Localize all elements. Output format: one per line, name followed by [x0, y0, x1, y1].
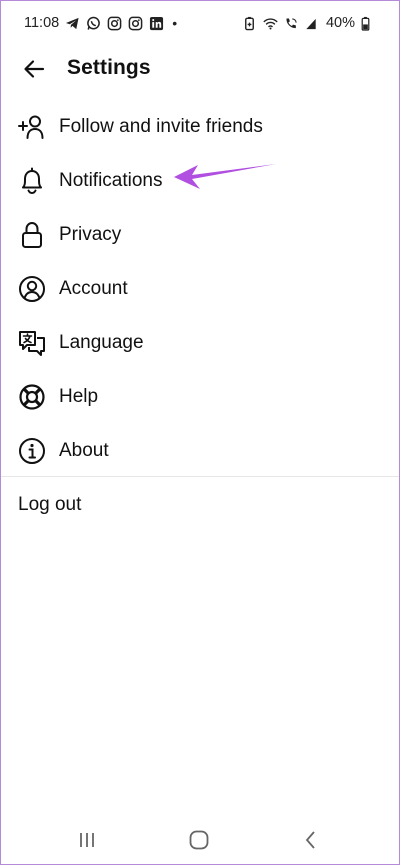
menu-item-about[interactable]: About: [0, 424, 400, 478]
recents-button[interactable]: [74, 827, 100, 853]
home-button[interactable]: [186, 827, 212, 853]
lifebuoy-icon: [18, 383, 46, 411]
signal-icon: [305, 16, 320, 31]
instagram-icon: [107, 16, 122, 31]
instagram-icon: [128, 16, 143, 31]
menu-item-language[interactable]: Language: [0, 316, 400, 370]
battery-icon: [361, 16, 376, 31]
menu-label-follow-invite: Follow and invite friends: [59, 116, 263, 137]
navigation-bar: [0, 815, 400, 865]
recents-icon: [77, 830, 97, 850]
back-button[interactable]: [20, 55, 48, 83]
linkedin-icon: [149, 16, 164, 31]
back-icon: [301, 830, 321, 850]
status-dot: •: [172, 15, 178, 31]
logout-button[interactable]: Log out: [18, 494, 81, 516]
arrow-left-icon: [22, 57, 46, 81]
menu-item-help[interactable]: Help: [0, 370, 400, 424]
menu-label-help: Help: [59, 386, 99, 407]
annotation-arrow-icon: [170, 162, 278, 192]
status-left: 11:08 •: [24, 15, 177, 31]
bell-icon: [18, 167, 46, 195]
battery-percent: 40%: [325, 15, 355, 31]
app-header: Settings: [0, 46, 400, 90]
menu-label-privacy: Privacy: [59, 224, 122, 245]
home-icon: [188, 829, 210, 851]
add-person-icon: [18, 113, 46, 141]
wifi-icon: [263, 16, 278, 31]
menu-label-language: Language: [59, 332, 144, 353]
info-icon: [18, 437, 46, 465]
nav-back-button[interactable]: [298, 827, 324, 853]
menu-label-notifications: Notifications: [59, 170, 163, 191]
whatsapp-icon: [86, 16, 101, 31]
status-bar: 11:08 • 40%: [0, 0, 400, 46]
status-right: 40%: [242, 15, 376, 31]
menu-item-privacy[interactable]: Privacy: [0, 208, 400, 262]
status-time: 11:08: [24, 15, 60, 31]
translate-icon: [18, 329, 46, 357]
settings-menu: Follow and invite friends Notifications …: [0, 100, 400, 478]
menu-item-follow-invite[interactable]: Follow and invite friends: [0, 100, 400, 154]
menu-label-account: Account: [59, 278, 128, 299]
lock-icon: [18, 221, 46, 249]
menu-label-about: About: [59, 440, 109, 461]
divider: [0, 476, 400, 477]
account-circle-icon: [18, 275, 46, 303]
wifi-calling-icon: [284, 16, 299, 31]
page-title: Settings: [67, 56, 151, 79]
telegram-icon: [65, 16, 80, 31]
menu-item-account[interactable]: Account: [0, 262, 400, 316]
battery-saver-icon: [242, 16, 257, 31]
